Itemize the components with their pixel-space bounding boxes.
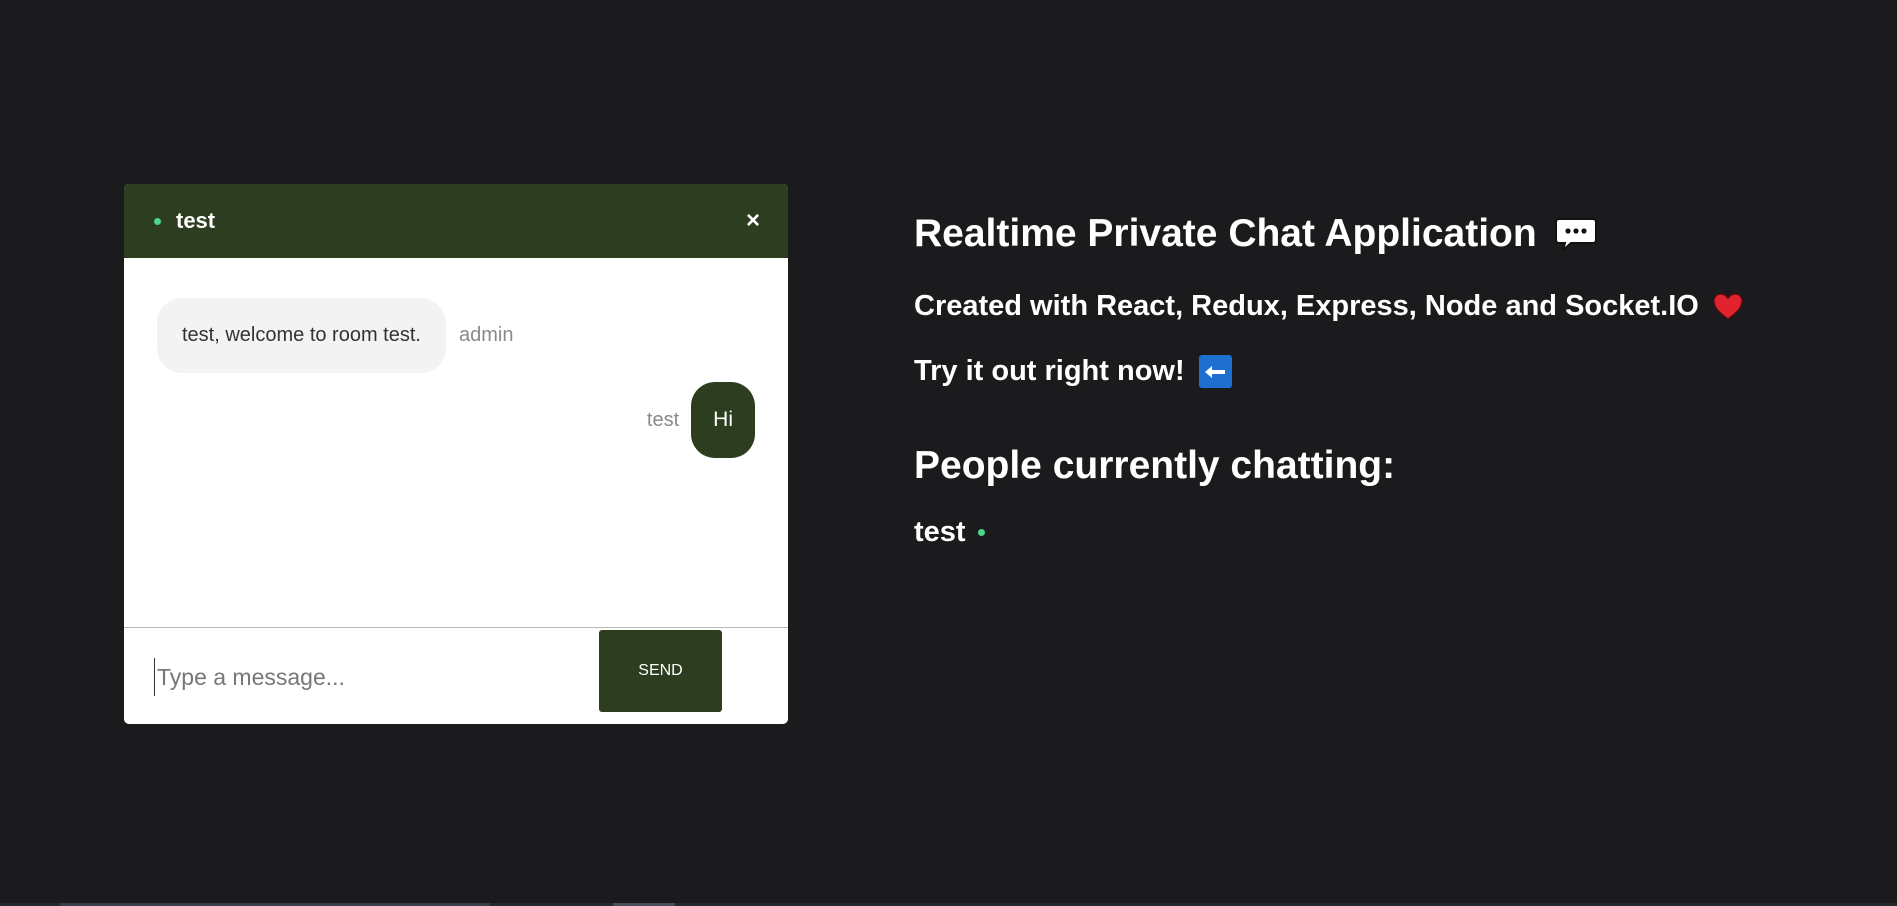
message-bubble: Hi	[691, 382, 755, 458]
subtitle: Created with React, Redux, Express, Node…	[914, 290, 1743, 323]
speech-bubble-icon	[1554, 218, 1597, 251]
call-to-action: Try it out right now!	[914, 355, 1232, 388]
people-list-item: test	[914, 516, 985, 549]
heart-icon	[1713, 292, 1743, 320]
call-to-action-text: Try it out right now!	[914, 355, 1185, 387]
message-sender: test	[646, 408, 680, 431]
chat-window: test × test, welcome to room test. admin…	[124, 184, 788, 724]
page-title: Realtime Private Chat Application	[914, 212, 1597, 256]
online-status-dot	[154, 217, 161, 225]
composer: SEND	[124, 628, 788, 724]
page-title-text: Realtime Private Chat Application	[914, 212, 1537, 255]
subtitle-text: Created with React, Redux, Express, Node…	[914, 290, 1699, 322]
page: test × test, welcome to room test. admin…	[0, 0, 1897, 906]
people-heading: People currently chatting:	[914, 444, 1395, 488]
message-bubble: test, welcome to room test.	[157, 298, 446, 373]
close-button[interactable]: ×	[746, 209, 760, 233]
message-sender: admin	[458, 324, 514, 346]
message-input[interactable]	[154, 658, 579, 696]
online-status-dot	[977, 529, 985, 536]
chat-header: test ×	[124, 184, 788, 258]
person-name: test	[914, 516, 966, 548]
message-list: test, welcome to room test. admin test H…	[124, 258, 788, 628]
message-own: test Hi	[647, 382, 755, 458]
left-arrow-icon	[1198, 355, 1232, 388]
room-name: test	[176, 208, 216, 233]
people-heading-text: People currently chatting:	[914, 444, 1396, 487]
send-button[interactable]: SEND	[599, 630, 722, 712]
message-admin: test, welcome to room test. admin	[157, 298, 513, 373]
